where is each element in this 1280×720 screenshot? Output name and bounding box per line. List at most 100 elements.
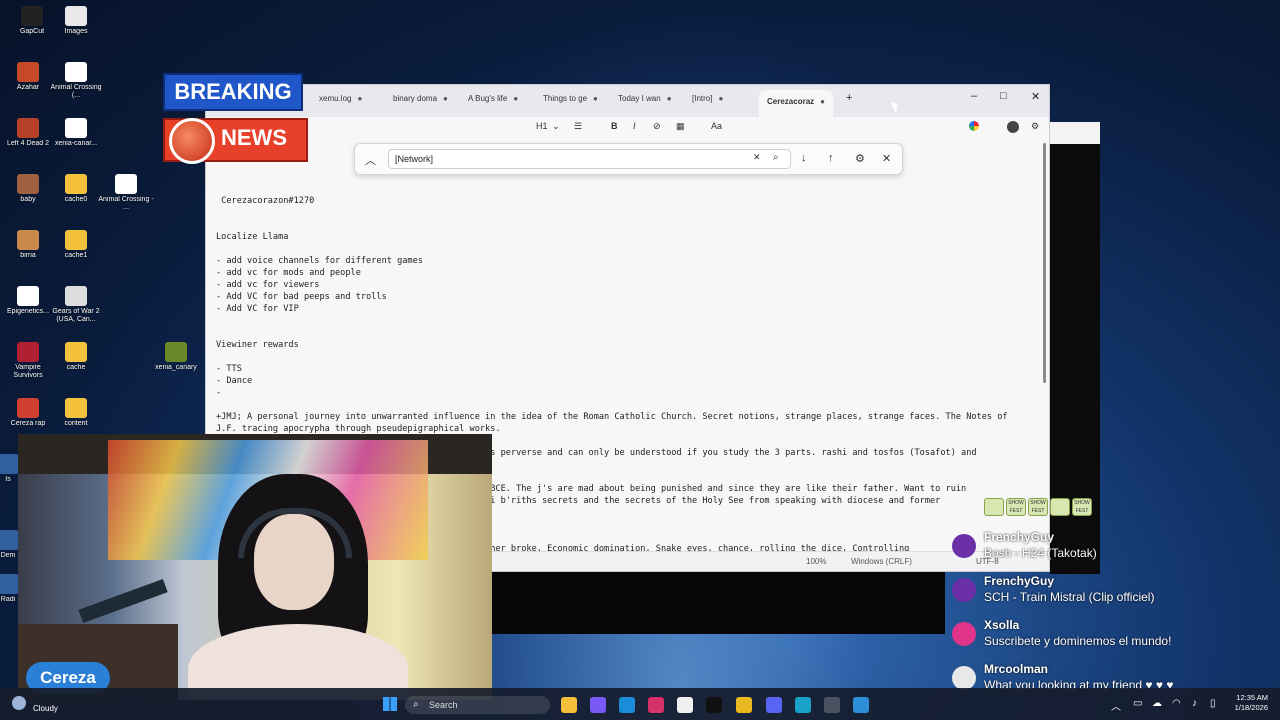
copilot-icon[interactable] xyxy=(969,121,979,131)
text-line xyxy=(216,207,1046,219)
edge-icon[interactable] xyxy=(619,697,635,713)
heading-dropdown[interactable]: H1 xyxy=(536,121,548,131)
taskbar-search[interactable]: ⌕ Search xyxy=(405,696,550,714)
chat-avatar xyxy=(952,578,976,602)
desktop-icon[interactable]: cache xyxy=(48,342,104,372)
search-icon[interactable]: ⌕ xyxy=(773,152,779,163)
desktop-icon[interactable]: Gears of War 2 (USA, Can... xyxy=(48,286,104,324)
shortcut-icon xyxy=(17,398,39,418)
bold-button[interactable]: B xyxy=(611,121,618,131)
list-button[interactable]: ☰ xyxy=(574,121,582,132)
copilot-icon[interactable] xyxy=(590,697,606,713)
shortcut-icon xyxy=(65,62,87,82)
tab-4[interactable]: Today I wan ● xyxy=(618,94,672,110)
line-ending[interactable]: Windows (CRLF) xyxy=(851,557,912,566)
close-window-button[interactable]: ✕ xyxy=(1031,90,1040,103)
desktop-icon[interactable]: Animal Crossing - ... xyxy=(98,174,154,212)
spellcheck-button[interactable]: Aa xyxy=(711,121,722,131)
desktop-icon[interactable]: xenia-canar... xyxy=(48,118,104,148)
tab-label: Cerezacoraz xyxy=(767,97,815,106)
discord-icon[interactable] xyxy=(766,697,782,713)
chrome-icon[interactable] xyxy=(736,697,752,713)
breaking-banner: BREAKING xyxy=(163,73,303,111)
tab-close-icon[interactable]: ● xyxy=(357,94,362,103)
chat-message: FrenchyGuy SCH - Train Mistral (Clip offi… xyxy=(952,574,1252,614)
tab-2[interactable]: A Bug's life ● xyxy=(468,94,518,110)
italic-button[interactable]: I xyxy=(633,121,636,131)
tray-overflow-icon[interactable]: ︿ xyxy=(1111,698,1121,713)
desktop-icon[interactable]: Images xyxy=(48,6,104,36)
instagram-icon[interactable] xyxy=(648,697,664,713)
clear-find-button[interactable]: ✕ xyxy=(753,152,761,163)
zoom-level[interactable]: 100% xyxy=(806,557,826,566)
tab-label: Today I wan xyxy=(618,94,661,103)
vertical-scrollbar[interactable] xyxy=(1043,143,1046,383)
vpn-icon[interactable] xyxy=(795,697,811,713)
find-input[interactable] xyxy=(388,149,791,169)
text-line: Cerezacorazon#1270 xyxy=(216,196,315,206)
tab-6[interactable]: Cerezacoraz ● xyxy=(759,90,833,117)
shortcut-icon xyxy=(0,530,19,550)
tab-1[interactable]: binary doma ● xyxy=(393,94,448,110)
desktop-icon[interactable]: cache0 xyxy=(48,174,104,204)
wifi-icon[interactable]: ◠ xyxy=(1172,698,1181,709)
text-line: Localize Llama xyxy=(216,232,289,242)
desktop-icon[interactable]: cache1 xyxy=(48,230,104,260)
chat-badge xyxy=(1050,498,1070,516)
desktop-icon-label: xenia-canar... xyxy=(54,140,98,147)
tab-close-icon[interactable]: ● xyxy=(718,94,723,103)
text-line: +JMJ; A personal journey into unwarrante… xyxy=(216,412,1008,422)
text-line xyxy=(216,219,1046,231)
battery-icon[interactable]: ▯ xyxy=(1210,698,1216,709)
shortcut-icon xyxy=(65,398,87,418)
network-icon[interactable]: ▭ xyxy=(1133,698,1142,709)
maximize-button[interactable]: □ xyxy=(1000,90,1007,102)
x-icon[interactable] xyxy=(706,697,722,713)
notepad-icon[interactable] xyxy=(853,697,869,713)
chat-message: FrenchyGuy Bosh - H24 (Takotak) xyxy=(952,530,1252,570)
shortcut-icon xyxy=(17,342,39,362)
chat-username: Mrcoolman xyxy=(984,662,1049,676)
chat-text: SCH - Train Mistral (Clip officiel) xyxy=(984,590,1155,604)
tab-close-icon[interactable]: ● xyxy=(820,97,825,106)
shortcut-icon xyxy=(65,230,87,250)
app-icon[interactable] xyxy=(824,697,840,713)
file-explorer-icon[interactable] xyxy=(561,697,577,713)
weather-icon[interactable] xyxy=(12,696,26,710)
find-options-button[interactable]: ⚙ xyxy=(855,152,865,165)
table-button[interactable]: ▦ xyxy=(676,121,685,132)
find-previous-button[interactable]: ↑ xyxy=(828,152,834,164)
tab-0[interactable]: xemu.log ● xyxy=(319,94,362,110)
tab-close-icon[interactable]: ● xyxy=(593,94,598,103)
collapse-find-button[interactable]: ︿ xyxy=(365,152,376,168)
tab-close-icon[interactable]: ● xyxy=(667,94,672,103)
close-find-button[interactable]: ✕ xyxy=(882,152,891,165)
desktop-icon[interactable]: content xyxy=(48,398,104,428)
minimize-button[interactable]: – xyxy=(971,90,977,102)
text-line: - add voice channels for different games xyxy=(216,256,423,266)
tab-close-icon[interactable]: ● xyxy=(513,94,518,103)
find-next-button[interactable]: ↓ xyxy=(801,152,807,164)
new-tab-button[interactable]: + xyxy=(846,92,852,104)
link-button[interactable]: ⊘ xyxy=(653,121,661,132)
text-line: - TTS xyxy=(216,364,242,374)
cloud-icon[interactable]: ☁ xyxy=(1152,698,1162,709)
tab-5[interactable]: [Intro] ● xyxy=(692,94,723,110)
profile-avatar[interactable] xyxy=(1007,121,1019,133)
volume-icon[interactable]: ♪ xyxy=(1192,698,1197,709)
settings-gear-icon[interactable]: ⚙ xyxy=(1031,121,1039,132)
chat-username: FrenchyGuy xyxy=(984,530,1055,544)
desktop-icon[interactable]: Animal Crossing (... xyxy=(48,62,104,100)
clock[interactable]: 12:35 AM 1/18/2026 xyxy=(1224,693,1268,713)
weather-label[interactable]: Cloudy xyxy=(33,704,58,713)
tab-close-icon[interactable]: ● xyxy=(443,94,448,103)
text-line xyxy=(216,243,1046,255)
start-button[interactable] xyxy=(383,697,397,711)
chat-message: Xsolla Suscribete y dominemos el mundo! xyxy=(952,618,1252,658)
desktop-icon-label: Animal Crossing - ... xyxy=(98,196,154,211)
text-line xyxy=(216,399,1046,411)
amazon-icon[interactable] xyxy=(677,697,693,713)
tab-3[interactable]: Things to ge ● xyxy=(543,94,598,110)
text-line: - add vc for mods and people xyxy=(216,268,361,278)
desktop-icon[interactable]: xenia_canary xyxy=(148,342,204,372)
